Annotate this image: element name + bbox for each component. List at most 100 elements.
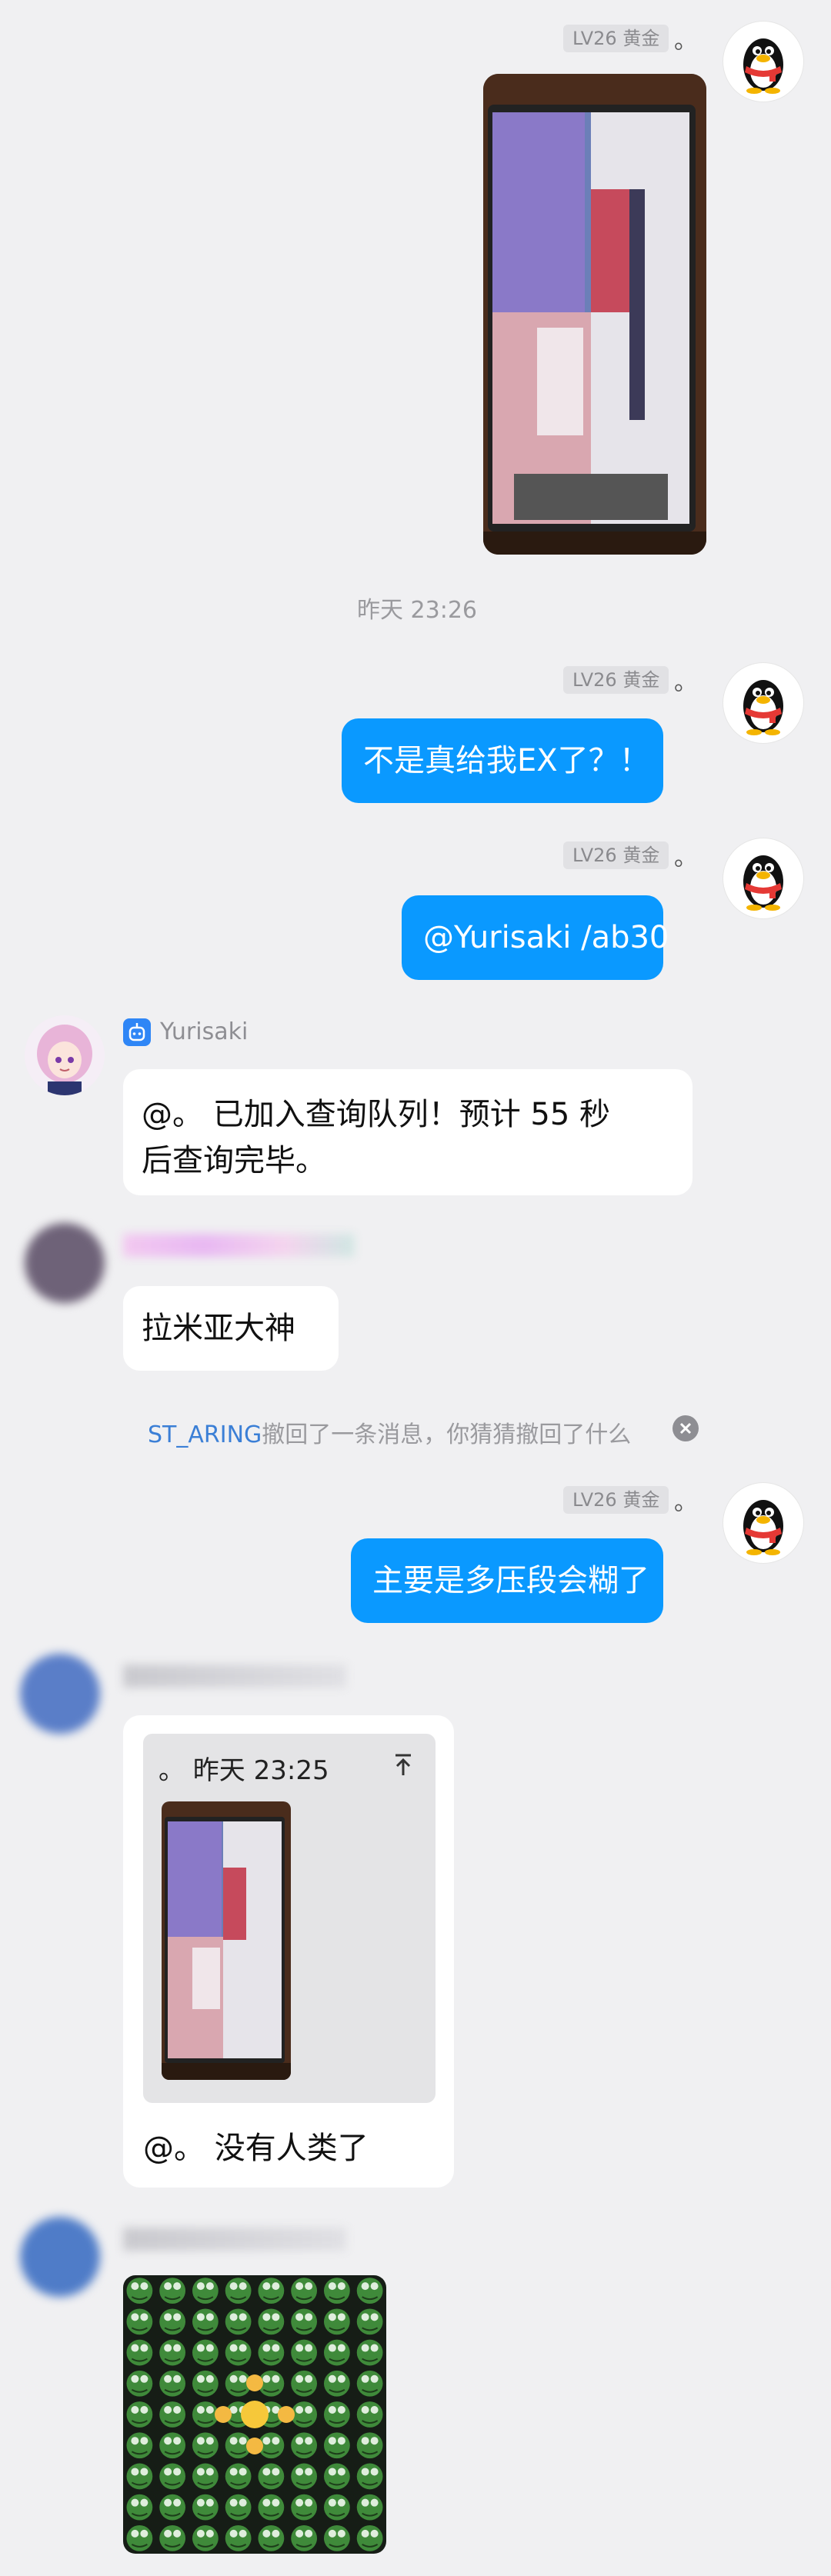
self-avatar[interactable] bbox=[723, 1483, 803, 1563]
frog-tile bbox=[192, 2278, 219, 2304]
meme-sticker[interactable] bbox=[123, 2275, 386, 2554]
close-circle-icon[interactable] bbox=[672, 1415, 699, 1441]
self-message-bubble[interactable]: @Yurisaki /ab30 bbox=[402, 895, 669, 980]
frog-tile bbox=[126, 2401, 153, 2428]
user-level-badge: LV26 黄金 bbox=[563, 1486, 669, 1514]
frog-tile bbox=[126, 2339, 153, 2366]
frog-tile bbox=[291, 2401, 318, 2428]
self-avatar[interactable] bbox=[723, 22, 803, 102]
frog-tile bbox=[159, 2278, 186, 2304]
frog-tile bbox=[126, 2463, 153, 2490]
self-message-bubble[interactable]: 主要是多压段会糊了 bbox=[351, 1538, 663, 1623]
frog-tile bbox=[291, 2370, 318, 2397]
jump-to-original-glyph bbox=[395, 1754, 411, 1775]
frog-tile bbox=[356, 2524, 383, 2551]
pepe-frog-grid bbox=[126, 2278, 383, 2551]
quoted-photo-thumbnail[interactable] bbox=[162, 1801, 291, 2080]
frog-tile bbox=[192, 2308, 219, 2335]
frog-tile bbox=[126, 2308, 153, 2335]
frog-tile bbox=[323, 2308, 350, 2335]
frog-tile bbox=[323, 2339, 350, 2366]
frog-tile bbox=[356, 2339, 383, 2366]
self-message-bubble[interactable]: 不是真给我EX了？！ bbox=[342, 718, 663, 803]
frog-tile bbox=[356, 2370, 383, 2397]
quote-reply-bubble[interactable]: 。 昨天 23:25 @。 没有人类了 bbox=[123, 1715, 454, 2188]
pointing-hand-emoji bbox=[246, 2438, 263, 2454]
qq-penguin-icon bbox=[743, 38, 783, 94]
user-message-bubble[interactable]: 拉米亚大神 bbox=[123, 1286, 339, 1371]
frog-tile bbox=[323, 2524, 350, 2551]
quoted-photo-content bbox=[162, 1801, 291, 2080]
frog-tile bbox=[126, 2432, 153, 2459]
frog-tile bbox=[225, 2494, 252, 2521]
bot-reply-line1: @。 已加入查询队列！预计 55 秒 bbox=[142, 1097, 611, 1132]
frog-tile bbox=[323, 2432, 350, 2459]
frog-tile bbox=[159, 2432, 186, 2459]
frog-tile bbox=[258, 2524, 285, 2551]
user-avatar[interactable] bbox=[20, 2217, 100, 2297]
frog-tile bbox=[291, 2308, 318, 2335]
user-nickname bbox=[123, 1234, 354, 1257]
user-avatar[interactable] bbox=[25, 1223, 105, 1303]
bot-message-bubble[interactable]: @。 已加入查询队列！预计 55 秒 后查询完毕。 bbox=[123, 1069, 692, 1195]
frog-tile bbox=[159, 2463, 186, 2490]
frog-tile bbox=[192, 2370, 219, 2397]
robot-icon bbox=[128, 1023, 145, 1041]
bot-avatar[interactable] bbox=[25, 1015, 105, 1095]
frog-tile bbox=[126, 2524, 153, 2551]
frog-tile bbox=[159, 2494, 186, 2521]
frog-tile bbox=[159, 2401, 186, 2428]
reply-text: @。 没有人类了 bbox=[143, 2131, 369, 2166]
frog-tile bbox=[258, 2339, 285, 2366]
frog-tile bbox=[192, 2524, 219, 2551]
self-nickname: 。 bbox=[674, 669, 697, 696]
pointing-hand-emoji bbox=[278, 2406, 295, 2423]
frog-tile bbox=[225, 2339, 252, 2366]
recall-user-link[interactable]: ST_ARING bbox=[148, 1421, 262, 1448]
frog-tile bbox=[192, 2463, 219, 2490]
quote-header: 。 昨天 23:25 bbox=[159, 1755, 329, 1786]
frog-tile bbox=[291, 2339, 318, 2366]
arrow-up-icon[interactable] bbox=[386, 1748, 420, 1781]
sent-photo[interactable] bbox=[483, 74, 706, 555]
frog-tile bbox=[323, 2463, 350, 2490]
timestamp: 昨天 23:26 bbox=[357, 597, 477, 624]
bot-reply-line2: 后查询完毕。 bbox=[142, 1143, 326, 1178]
user-level-badge: LV26 黄金 bbox=[563, 25, 669, 52]
frog-tile bbox=[225, 2278, 252, 2304]
frog-tile bbox=[291, 2494, 318, 2521]
frog-tile bbox=[323, 2401, 350, 2428]
self-nickname: 。 bbox=[674, 1489, 697, 1516]
user-avatar[interactable] bbox=[20, 1654, 100, 1734]
qq-penguin-icon bbox=[743, 855, 783, 911]
frog-tile bbox=[258, 2463, 285, 2490]
frog-tile bbox=[323, 2278, 350, 2304]
frog-tile bbox=[356, 2401, 383, 2428]
anime-girl-avatar bbox=[25, 1015, 105, 1095]
bot-badge bbox=[123, 1018, 151, 1046]
scared-face-emoji bbox=[241, 2401, 269, 2428]
frog-tile bbox=[356, 2494, 383, 2521]
frog-tile bbox=[291, 2463, 318, 2490]
frog-tile bbox=[291, 2432, 318, 2459]
frog-tile bbox=[323, 2370, 350, 2397]
quoted-message[interactable]: 。 昨天 23:25 bbox=[143, 1734, 436, 2103]
self-nickname: 。 bbox=[674, 28, 697, 55]
qq-penguin-icon bbox=[743, 680, 783, 735]
close-glyph bbox=[679, 1422, 692, 1435]
photo-content bbox=[483, 74, 706, 555]
user-nickname bbox=[123, 1665, 346, 1688]
frog-tile bbox=[225, 2524, 252, 2551]
frog-tile bbox=[159, 2339, 186, 2366]
self-avatar[interactable] bbox=[723, 663, 803, 743]
frog-tile bbox=[159, 2524, 186, 2551]
frog-tile bbox=[258, 2278, 285, 2304]
frog-tile bbox=[192, 2339, 219, 2366]
frog-tile bbox=[192, 2432, 219, 2459]
user-nickname bbox=[123, 2228, 346, 2251]
frog-tile bbox=[258, 2494, 285, 2521]
frog-tile bbox=[192, 2401, 219, 2428]
self-avatar[interactable] bbox=[723, 838, 803, 918]
pointing-hand-emoji bbox=[246, 2374, 263, 2391]
frog-tile bbox=[126, 2370, 153, 2397]
